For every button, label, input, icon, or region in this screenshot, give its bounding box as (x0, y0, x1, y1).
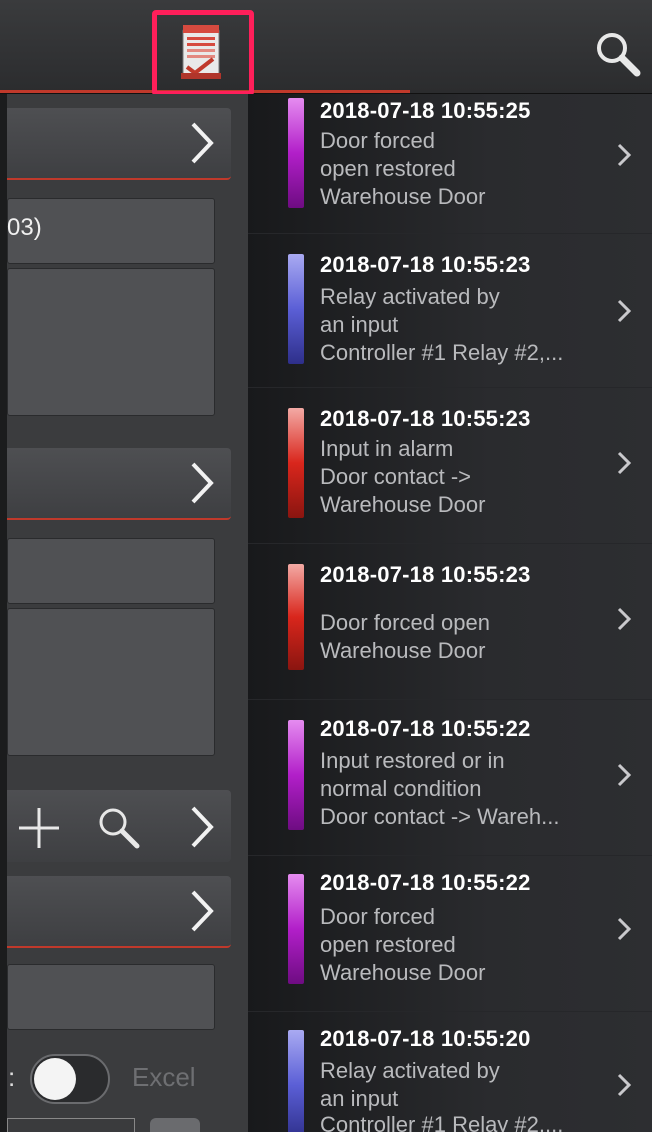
event-line: Relay activated by (320, 284, 500, 309)
search-icon[interactable] (95, 804, 141, 850)
chevron-right-icon (617, 299, 632, 323)
value-field-2[interactable] (7, 538, 215, 604)
event-item[interactable]: 2018-07-18 10:55:23 Relay activated by a… (248, 234, 652, 388)
panel-edge (0, 94, 7, 1132)
search-icon (597, 33, 641, 77)
event-color-bar (288, 254, 304, 364)
chevron-right-icon (617, 917, 632, 941)
event-time: 2018-07-18 10:55:23 (320, 562, 531, 587)
event-line: open restored (320, 932, 456, 957)
event-time: 2018-07-18 10:55:22 (320, 870, 531, 895)
partial-value-text: 03) (7, 214, 42, 241)
list-toolbar (7, 790, 231, 862)
bottom-button[interactable] (150, 1118, 200, 1132)
chevron-right-icon[interactable] (187, 804, 217, 850)
section-header-2[interactable] (7, 448, 231, 520)
chevron-right-icon (617, 1073, 632, 1097)
event-line: Warehouse Door (320, 492, 486, 517)
toggle-knob (34, 1058, 76, 1100)
event-time: 2018-07-18 10:55:23 (320, 406, 531, 431)
chevron-right-icon (617, 143, 632, 167)
event-item[interactable]: 2018-07-18 10:55:23 Door forced open War… (248, 546, 652, 700)
event-line: Controller #1 Relay #2,... (320, 340, 564, 365)
event-line: Warehouse Door (320, 960, 486, 985)
event-line: Input restored or in (320, 748, 505, 773)
event-item[interactable]: 2018-07-18 10:55:22 Input restored or in… (248, 702, 652, 856)
chevron-right-icon (617, 763, 632, 787)
event-line: normal condition (320, 776, 482, 801)
event-color-bar (288, 408, 304, 518)
event-color-bar (288, 98, 304, 208)
value-area-1 (7, 268, 215, 416)
event-line: Warehouse Door (320, 638, 486, 663)
event-line: Door contact -> (320, 464, 472, 489)
event-time: 2018-07-18 10:55:22 (320, 716, 531, 741)
plus-icon[interactable] (15, 804, 63, 852)
event-line: an input (320, 1086, 399, 1111)
event-line: open restored (320, 156, 456, 181)
event-item[interactable]: 2018-07-18 10:55:20 Relay activated by a… (248, 1014, 652, 1132)
event-line: Door forced (320, 128, 435, 153)
event-line: Warehouse Door (320, 184, 486, 209)
excel-label: Excel (132, 1062, 196, 1092)
event-line: Controller #1 Relay #2,... (320, 1112, 564, 1132)
value-field-3[interactable] (7, 964, 215, 1030)
event-item[interactable]: 2018-07-18 10:55:25 Door forced open res… (248, 80, 652, 234)
toggle-colon: : (8, 1062, 16, 1092)
event-item[interactable]: 2018-07-18 10:55:23 Input in alarm Door … (248, 390, 652, 544)
report-app-icon (181, 25, 221, 79)
event-color-bar (288, 720, 304, 830)
chevron-right-icon (191, 462, 214, 504)
event-time: 2018-07-18 10:55:23 (320, 252, 531, 277)
search-button[interactable] (592, 28, 642, 78)
chevron-right-icon (617, 451, 632, 475)
bottom-input[interactable] (7, 1118, 135, 1132)
app-icon-button[interactable] (152, 10, 254, 96)
event-line: Relay activated by (320, 1058, 500, 1083)
excel-toggle[interactable] (30, 1054, 110, 1104)
section-header-1[interactable] (7, 108, 231, 180)
event-line: an input (320, 312, 399, 337)
value-area-2 (7, 608, 215, 756)
chevron-right-icon (191, 890, 214, 932)
event-line: Door forced (320, 904, 435, 929)
event-line: Door contact -> Wareh... (320, 804, 560, 829)
event-line: Door forced open (320, 610, 490, 635)
event-color-bar (288, 564, 304, 670)
section-header-3[interactable] (7, 876, 231, 948)
event-time: 2018-07-18 10:55:25 (320, 98, 531, 123)
left-panel: 03) (0, 94, 248, 1132)
event-line: Input in alarm (320, 436, 454, 461)
chevron-right-icon (191, 122, 214, 164)
event-color-bar (288, 1030, 304, 1132)
chevron-right-icon (617, 607, 632, 631)
event-color-bar (288, 874, 304, 984)
event-time: 2018-07-18 10:55:20 (320, 1026, 531, 1051)
event-item[interactable]: 2018-07-18 10:55:22 Door forced open res… (248, 858, 652, 1012)
app-frame: 03) : Excel 2018-07-18 10:55:25 Door for… (0, 0, 652, 1132)
event-list: 2018-07-18 10:55:25 Door forced open res… (248, 94, 652, 1132)
